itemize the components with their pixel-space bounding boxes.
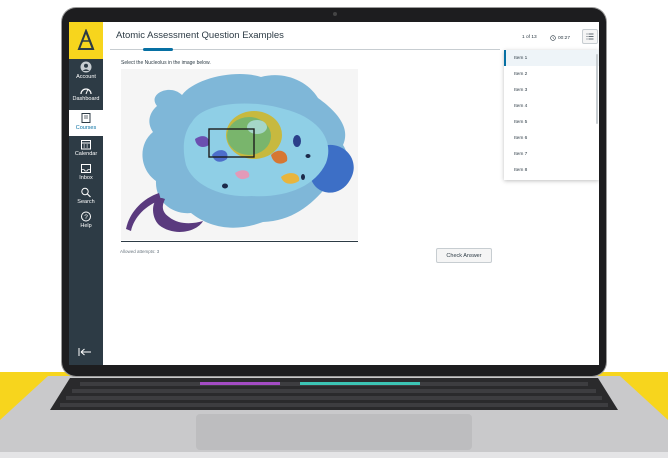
laptop-keyboard-base (0, 376, 668, 458)
item-list-entry[interactable]: Item 3 (504, 82, 599, 98)
animal-cell-illustration (126, 74, 354, 232)
inbox-icon (81, 164, 91, 173)
nav-help[interactable]: ? Help (69, 211, 103, 235)
cell-hotspot-image[interactable] (121, 69, 358, 240)
item-list-entry[interactable]: Item 1 (504, 50, 599, 66)
laptop-scene: Account Dashboard Courses Calendar Inbox (0, 0, 668, 458)
item-list-entry[interactable]: Item 2 (504, 66, 599, 82)
allowed-attempts: Allowed attempts: 3 (120, 249, 160, 254)
svg-text:?: ? (84, 214, 88, 221)
clock-icon (550, 35, 556, 41)
nav-courses-label: Courses (75, 125, 97, 131)
nav-calendar[interactable]: Calendar (69, 139, 103, 163)
item-list-entry[interactable]: Item 5 (504, 114, 599, 130)
collapse-nav-icon[interactable] (78, 347, 92, 360)
item-list-entry[interactable]: Item 7 (504, 146, 599, 162)
progress-indicator (143, 48, 173, 51)
item-list-panel: Item 1 Item 2 Item 3 Item 4 Item 5 Item … (504, 50, 599, 180)
nav-dashboard[interactable]: Dashboard (69, 85, 103, 109)
nav-calendar-label: Calendar (74, 151, 98, 157)
canvas-logo[interactable] (69, 22, 103, 59)
nav-search[interactable]: Search (69, 187, 103, 211)
nav-account-label: Account (76, 74, 96, 80)
dashboard-icon (80, 88, 92, 95)
nav-courses[interactable]: Courses (69, 110, 103, 136)
question-counter: 1 of 13 (522, 35, 537, 40)
nav-help-label: Help (80, 223, 92, 229)
calendar-icon (81, 140, 91, 150)
nav-inbox[interactable]: Inbox (69, 163, 103, 187)
check-answer-button[interactable]: Check Answer (436, 248, 492, 263)
item-list-entry[interactable]: Item 6 (504, 130, 599, 146)
page-title: Atomic Assessment Question Examples (116, 30, 284, 41)
question-prompt: Select the Nucleolus in the image below. (121, 60, 211, 66)
main-content: Atomic Assessment Question Examples 1 of… (103, 22, 599, 365)
list-icon (586, 33, 594, 40)
timer-value: 00:27 (558, 35, 571, 41)
timer: 00:27 (550, 35, 570, 41)
item-list-button[interactable] (582, 29, 598, 44)
item-list-scrollbar[interactable] (596, 54, 598, 124)
help-icon: ? (81, 211, 91, 222)
logo-icon (77, 28, 95, 50)
courses-icon (81, 113, 91, 123)
camera-icon (333, 12, 337, 16)
nav-search-label: Search (77, 199, 95, 205)
item-list-entry[interactable]: Item 8 (504, 162, 599, 178)
nav-dashboard-label: Dashboard (72, 96, 100, 102)
nav-inbox-label: Inbox (79, 175, 93, 181)
app-screen: Account Dashboard Courses Calendar Inbox (69, 22, 599, 365)
search-icon (81, 187, 91, 198)
image-divider (121, 241, 358, 242)
account-icon (80, 61, 92, 73)
global-navigation: Account Dashboard Courses Calendar Inbox (69, 22, 103, 365)
nav-account[interactable]: Account (69, 61, 103, 85)
item-list-entry[interactable]: Item 4 (504, 98, 599, 114)
